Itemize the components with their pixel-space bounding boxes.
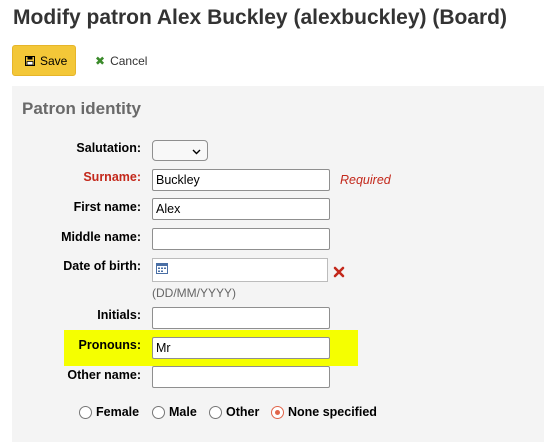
save-button-label: Save <box>40 53 68 68</box>
fieldset-legend: Patron identity <box>22 99 142 118</box>
dateofbirth-label: Date of birth: <box>63 259 141 273</box>
gender-none-option[interactable]: None specified <box>271 405 377 419</box>
chevron-down-icon <box>192 142 201 160</box>
gender-other-radio[interactable] <box>209 405 222 419</box>
initials-label: Initials: <box>97 308 141 322</box>
gender-male-label: Male <box>169 405 197 419</box>
middlename-input[interactable] <box>152 228 330 250</box>
calendar-icon[interactable] <box>156 261 168 279</box>
dateofbirth-input[interactable] <box>152 258 328 282</box>
salutation-select[interactable] <box>152 140 208 161</box>
gender-female-radio[interactable] <box>79 405 92 419</box>
middlename-label: Middle name: <box>61 230 141 244</box>
surname-input[interactable] <box>152 169 330 191</box>
gender-female-label: Female <box>96 405 140 419</box>
pronouns-label: Pronouns: <box>78 338 142 352</box>
salutation-label: Salutation: <box>76 141 141 155</box>
cancel-button[interactable]: ✖ Cancel <box>95 54 147 68</box>
gender-none-label: None specified <box>288 405 377 419</box>
initials-input[interactable] <box>152 307 330 329</box>
gender-other-option[interactable]: Other <box>209 405 259 419</box>
clear-date-icon[interactable] <box>333 265 345 283</box>
gender-male-option[interactable]: Male <box>152 405 197 419</box>
othernames-label: Other name: <box>67 368 141 382</box>
close-icon: ✖ <box>95 54 106 68</box>
gender-male-radio[interactable] <box>152 405 165 419</box>
floppy-disk-icon <box>25 55 35 66</box>
firstname-label: First name: <box>73 200 141 214</box>
save-button[interactable]: Save <box>12 45 76 76</box>
firstname-input[interactable] <box>152 198 330 220</box>
surname-label: Surname: <box>83 170 141 184</box>
cancel-button-label: Cancel <box>110 54 148 68</box>
gender-none-radio[interactable] <box>271 405 284 419</box>
page-title: Modify patron Alex Buckley (alexbuckley)… <box>13 6 508 29</box>
gender-female-option[interactable]: Female <box>79 405 139 419</box>
othernames-input[interactable] <box>152 366 330 388</box>
required-hint: Required <box>340 173 391 187</box>
pronouns-input[interactable] <box>152 337 330 359</box>
dateofbirth-format-hint: (DD/MM/YYYY) <box>152 286 236 300</box>
gender-other-label: Other <box>226 405 260 419</box>
